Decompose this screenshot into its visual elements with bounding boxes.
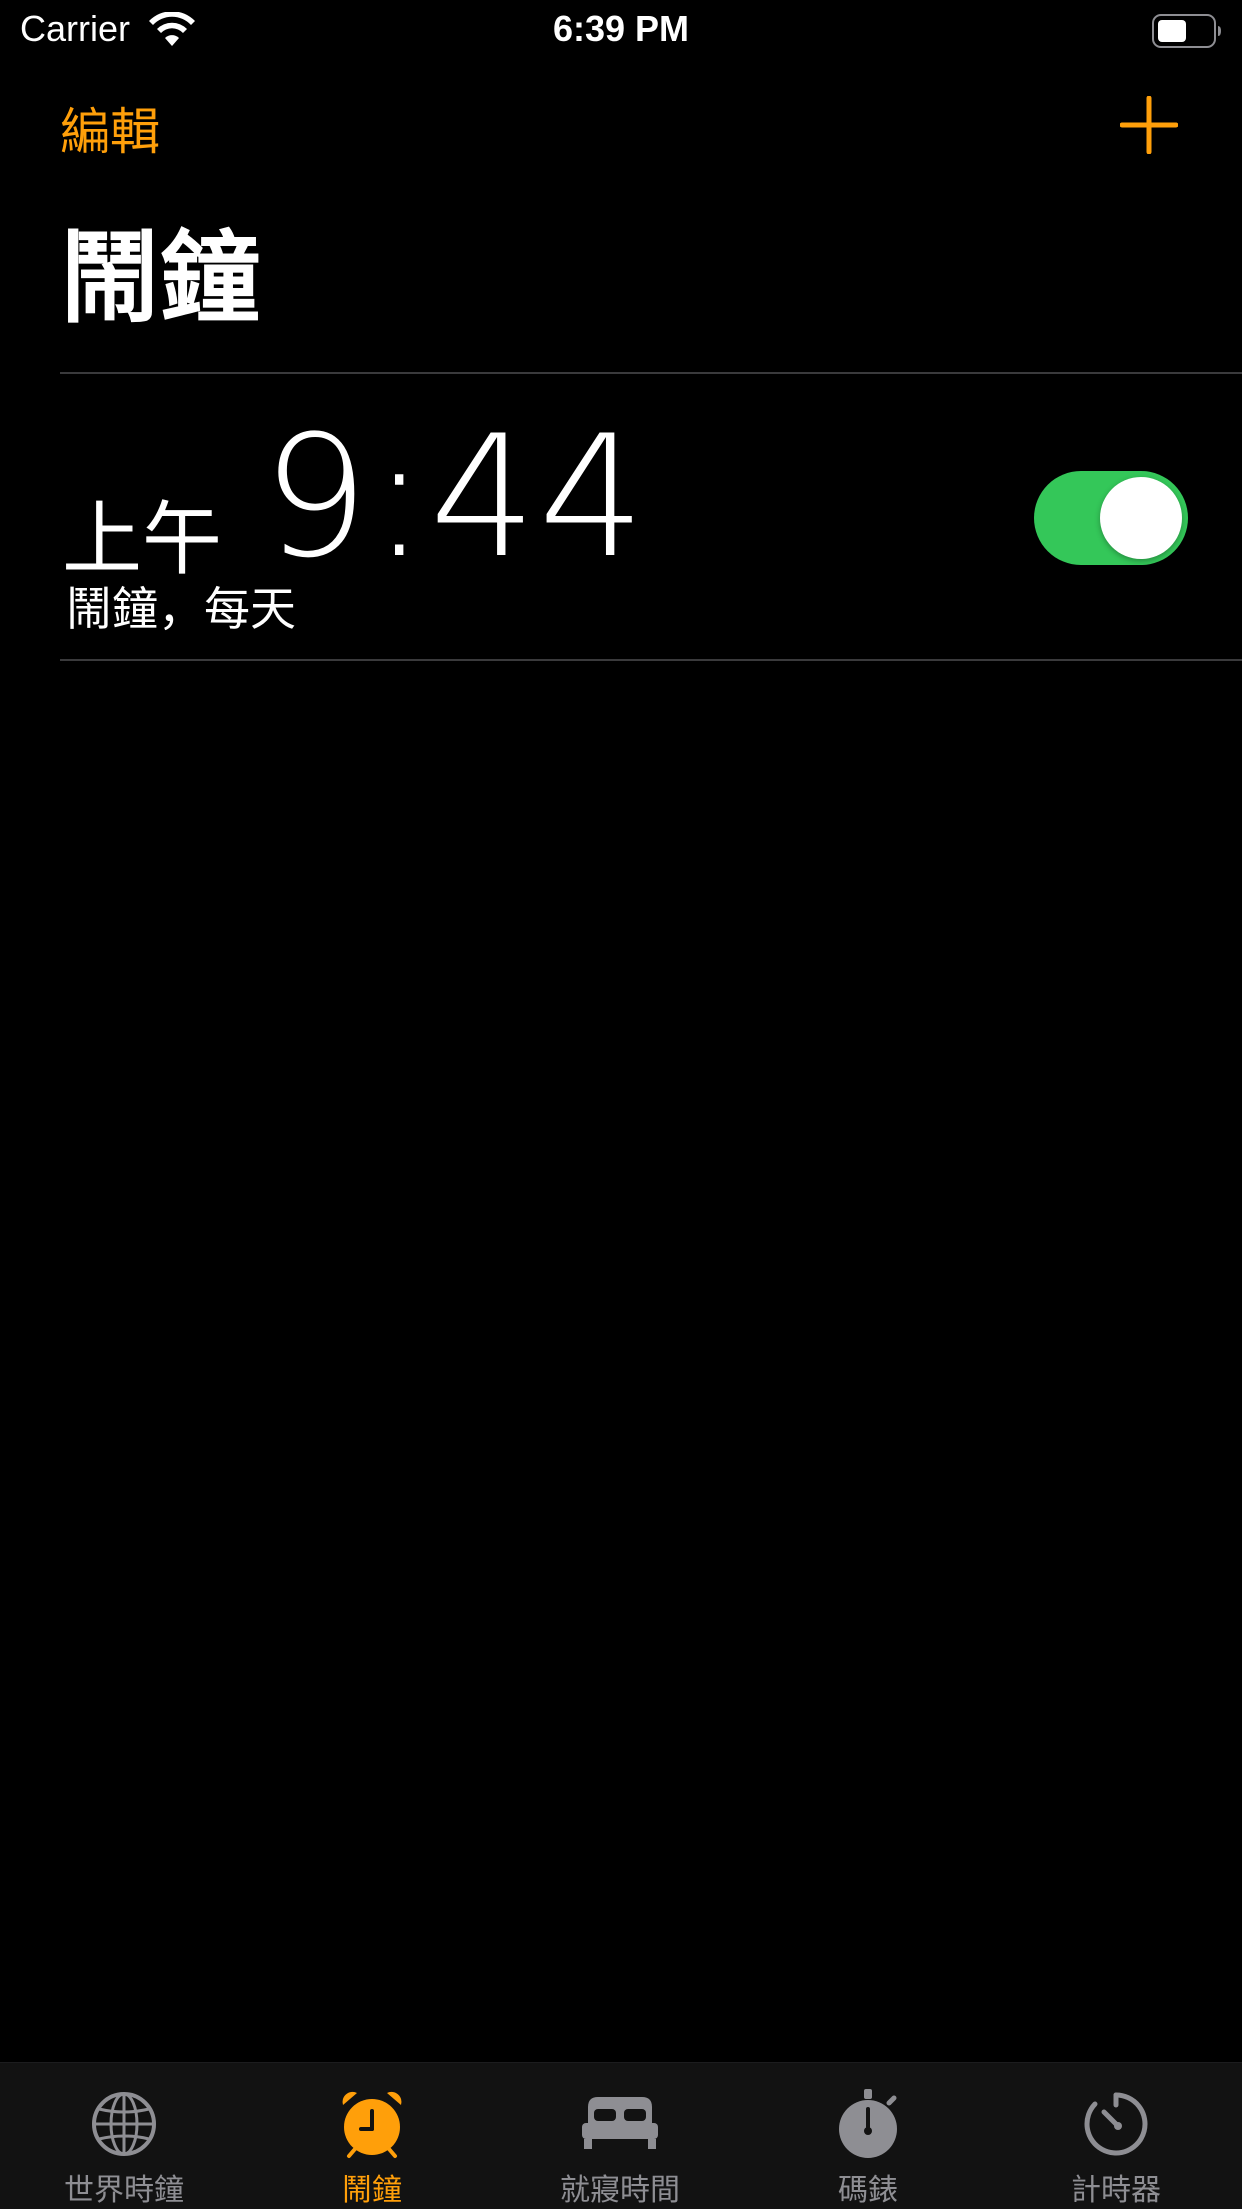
alarm-label: 鬧鐘，每天 [66,582,296,636]
alarm-row[interactable]: 上午 9:44 鬧鐘，每天 [0,375,1242,660]
bed-icon [582,2097,658,2149]
page-title: 鬧鐘 [60,220,260,337]
edit-button[interactable]: 編輯 [60,92,160,164]
plus-icon[interactable] [1120,96,1178,154]
alarm-toggle[interactable] [1034,471,1188,565]
battery-icon [1152,14,1221,48]
stopwatch-icon [839,2089,897,2158]
toggle-knob [1100,477,1182,559]
globe-icon [92,2092,156,2156]
timer-icon [1084,2092,1148,2156]
status-time: 6:39 PM [552,8,690,49]
tab-alarm[interactable]: 鬧鐘 [248,2063,496,2209]
tab-label: 碼錶 [838,2173,898,2208]
tab-label: 鬧鐘 [342,2173,402,2208]
divider [60,372,1242,374]
tab-label: 世界時鐘 [64,2173,184,2208]
tab-bar: 世界時鐘 鬧鐘 就寢時間 碼錶 計時器 [0,2062,1242,2209]
tab-label: 就寢時間 [560,2173,680,2208]
divider [60,659,1242,661]
status-bar: Carrier 6:39 PM [0,0,1242,60]
alarm-time: 9:44 [262,399,648,595]
tab-timer[interactable]: 計時器 [992,2063,1240,2209]
tab-bedtime[interactable]: 就寢時間 [496,2063,744,2209]
tab-stopwatch[interactable]: 碼錶 [744,2063,992,2209]
tab-label: 計時器 [1071,2173,1161,2208]
alarm-clock-icon [342,2091,402,2158]
tab-world-clock[interactable]: 世界時鐘 [0,2063,248,2209]
